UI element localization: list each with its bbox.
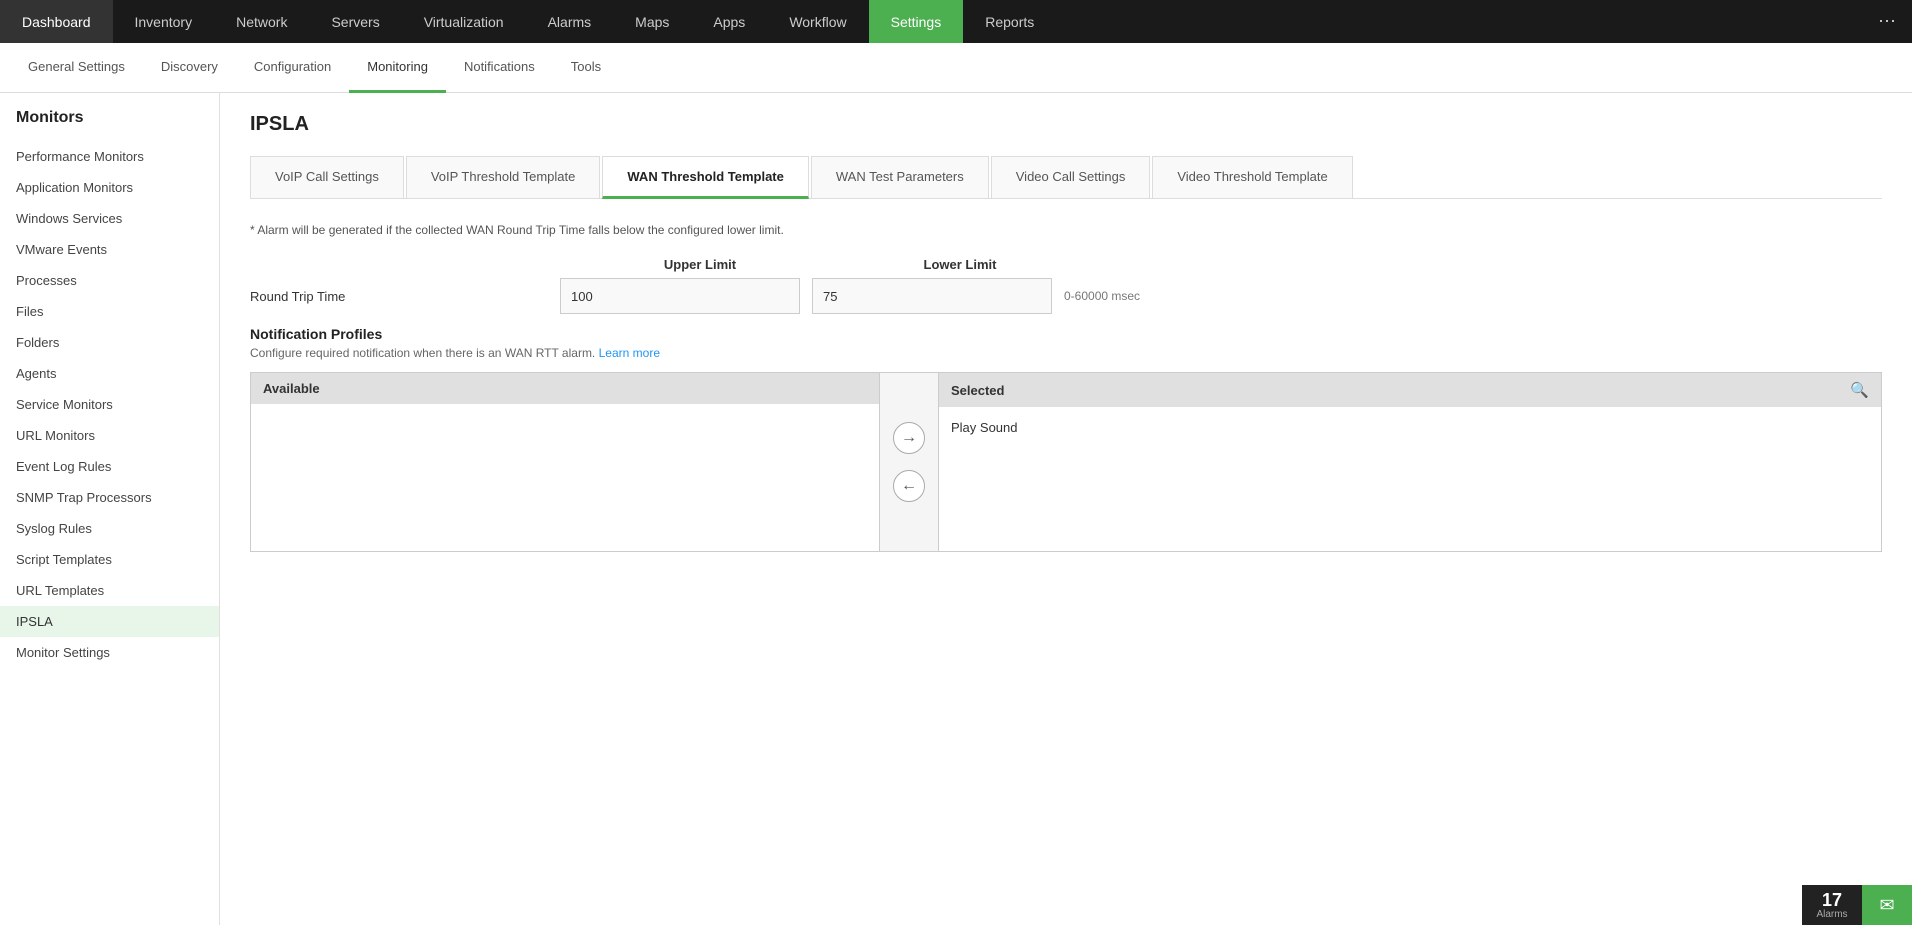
- nav-settings[interactable]: Settings: [869, 0, 964, 43]
- notification-profiles-desc: Configure required notification when the…: [250, 346, 1882, 360]
- selected-item-play-sound[interactable]: Play Sound: [939, 415, 1881, 440]
- content-tabs: VoIP Call Settings VoIP Threshold Templa…: [250, 156, 1882, 199]
- lower-limit-label: Lower Limit: [830, 257, 1090, 272]
- sidebar-item-application-monitors[interactable]: Application Monitors: [0, 172, 219, 203]
- sidebar-item-processes[interactable]: Processes: [0, 265, 219, 296]
- tab-discovery[interactable]: Discovery: [143, 43, 236, 93]
- sidebar-item-monitor-settings[interactable]: Monitor Settings: [0, 637, 219, 668]
- nav-reports[interactable]: Reports: [963, 0, 1056, 43]
- move-right-button[interactable]: →: [893, 422, 925, 454]
- sidebar-item-files[interactable]: Files: [0, 296, 219, 327]
- alarm-count: 17: [1822, 891, 1842, 909]
- upper-limit-input[interactable]: [560, 278, 800, 314]
- dual-list-container: Available → ← Selected 🔍 Play So: [250, 372, 1882, 552]
- notification-profiles-section: Notification Profiles Configure required…: [250, 326, 1882, 552]
- tab-general-settings[interactable]: General Settings: [10, 43, 143, 93]
- tab-tools[interactable]: Tools: [553, 43, 619, 93]
- tab-video-threshold-template[interactable]: Video Threshold Template: [1152, 156, 1352, 198]
- tab-monitoring[interactable]: Monitoring: [349, 43, 446, 93]
- sidebar-item-vmware-events[interactable]: VMware Events: [0, 234, 219, 265]
- sidebar-item-ipsla[interactable]: IPSLA: [0, 606, 219, 637]
- available-list: Available: [251, 373, 879, 551]
- nav-dashboard[interactable]: Dashboard: [0, 0, 113, 43]
- sidebar-title: Monitors: [0, 109, 219, 141]
- tab-voip-threshold-template[interactable]: VoIP Threshold Template: [406, 156, 601, 198]
- sidebar-item-folders[interactable]: Folders: [0, 327, 219, 358]
- selected-list: Selected 🔍 Play Sound: [939, 373, 1881, 551]
- lower-limit-input[interactable]: [812, 278, 1052, 314]
- main-content: IPSLA VoIP Call Settings VoIP Threshold …: [220, 93, 1912, 925]
- sidebar-item-url-templates[interactable]: URL Templates: [0, 575, 219, 606]
- tab-video-call-settings[interactable]: Video Call Settings: [991, 156, 1151, 198]
- nav-servers[interactable]: Servers: [309, 0, 401, 43]
- nav-inventory[interactable]: Inventory: [113, 0, 215, 43]
- second-navigation: General Settings Discovery Configuration…: [0, 43, 1912, 93]
- selected-label: Selected: [951, 383, 1004, 398]
- nav-alarms[interactable]: Alarms: [526, 0, 614, 43]
- bottom-bar: 17 Alarms ✉: [1802, 885, 1912, 925]
- available-label: Available: [263, 381, 320, 396]
- message-button[interactable]: ✉: [1862, 885, 1912, 925]
- sidebar-item-performance-monitors[interactable]: Performance Monitors: [0, 141, 219, 172]
- main-layout: Monitors Performance Monitors Applicatio…: [0, 93, 1912, 925]
- selected-body: Play Sound: [939, 407, 1881, 551]
- sidebar-item-event-log-rules[interactable]: Event Log Rules: [0, 451, 219, 482]
- tab-voip-call-settings[interactable]: VoIP Call Settings: [250, 156, 404, 198]
- range-note: 0-60000 msec: [1064, 289, 1140, 303]
- limits-header: Upper Limit Lower Limit: [570, 257, 1882, 272]
- round-trip-time-label: Round Trip Time: [250, 289, 560, 304]
- upper-limit-label: Upper Limit: [570, 257, 830, 272]
- nav-maps[interactable]: Maps: [613, 0, 691, 43]
- tab-wan-threshold-template[interactable]: WAN Threshold Template: [602, 156, 809, 199]
- more-options-icon[interactable]: ⋯: [1862, 0, 1912, 43]
- alarm-label: Alarms: [1816, 909, 1847, 920]
- sidebar-item-script-templates[interactable]: Script Templates: [0, 544, 219, 575]
- nav-network[interactable]: Network: [214, 0, 309, 43]
- nav-apps[interactable]: Apps: [691, 0, 767, 43]
- selected-header: Selected 🔍: [939, 373, 1881, 407]
- tab-configuration[interactable]: Configuration: [236, 43, 349, 93]
- alert-note: * Alarm will be generated if the collect…: [250, 223, 1882, 237]
- page-title: IPSLA: [250, 113, 1882, 136]
- sidebar-item-agents[interactable]: Agents: [0, 358, 219, 389]
- search-icon[interactable]: 🔍: [1850, 381, 1869, 399]
- available-body[interactable]: [251, 404, 879, 551]
- tab-notifications[interactable]: Notifications: [446, 43, 553, 93]
- top-navigation: Dashboard Inventory Network Servers Virt…: [0, 0, 1912, 43]
- tab-wan-test-parameters[interactable]: WAN Test Parameters: [811, 156, 989, 198]
- transfer-controls: → ←: [879, 373, 939, 551]
- sidebar: Monitors Performance Monitors Applicatio…: [0, 93, 220, 925]
- sidebar-item-snmp-trap-processors[interactable]: SNMP Trap Processors: [0, 482, 219, 513]
- alarm-badge[interactable]: 17 Alarms: [1802, 885, 1862, 925]
- sidebar-item-url-monitors[interactable]: URL Monitors: [0, 420, 219, 451]
- available-header: Available: [251, 373, 879, 404]
- nav-workflow[interactable]: Workflow: [767, 0, 868, 43]
- sidebar-item-windows-services[interactable]: Windows Services: [0, 203, 219, 234]
- learn-more-link[interactable]: Learn more: [599, 346, 660, 360]
- sidebar-item-syslog-rules[interactable]: Syslog Rules: [0, 513, 219, 544]
- move-left-button[interactable]: ←: [893, 470, 925, 502]
- sidebar-item-service-monitors[interactable]: Service Monitors: [0, 389, 219, 420]
- nav-virtualization[interactable]: Virtualization: [402, 0, 526, 43]
- round-trip-time-row: Round Trip Time 0-60000 msec: [250, 278, 1882, 314]
- notification-profiles-title: Notification Profiles: [250, 326, 1882, 342]
